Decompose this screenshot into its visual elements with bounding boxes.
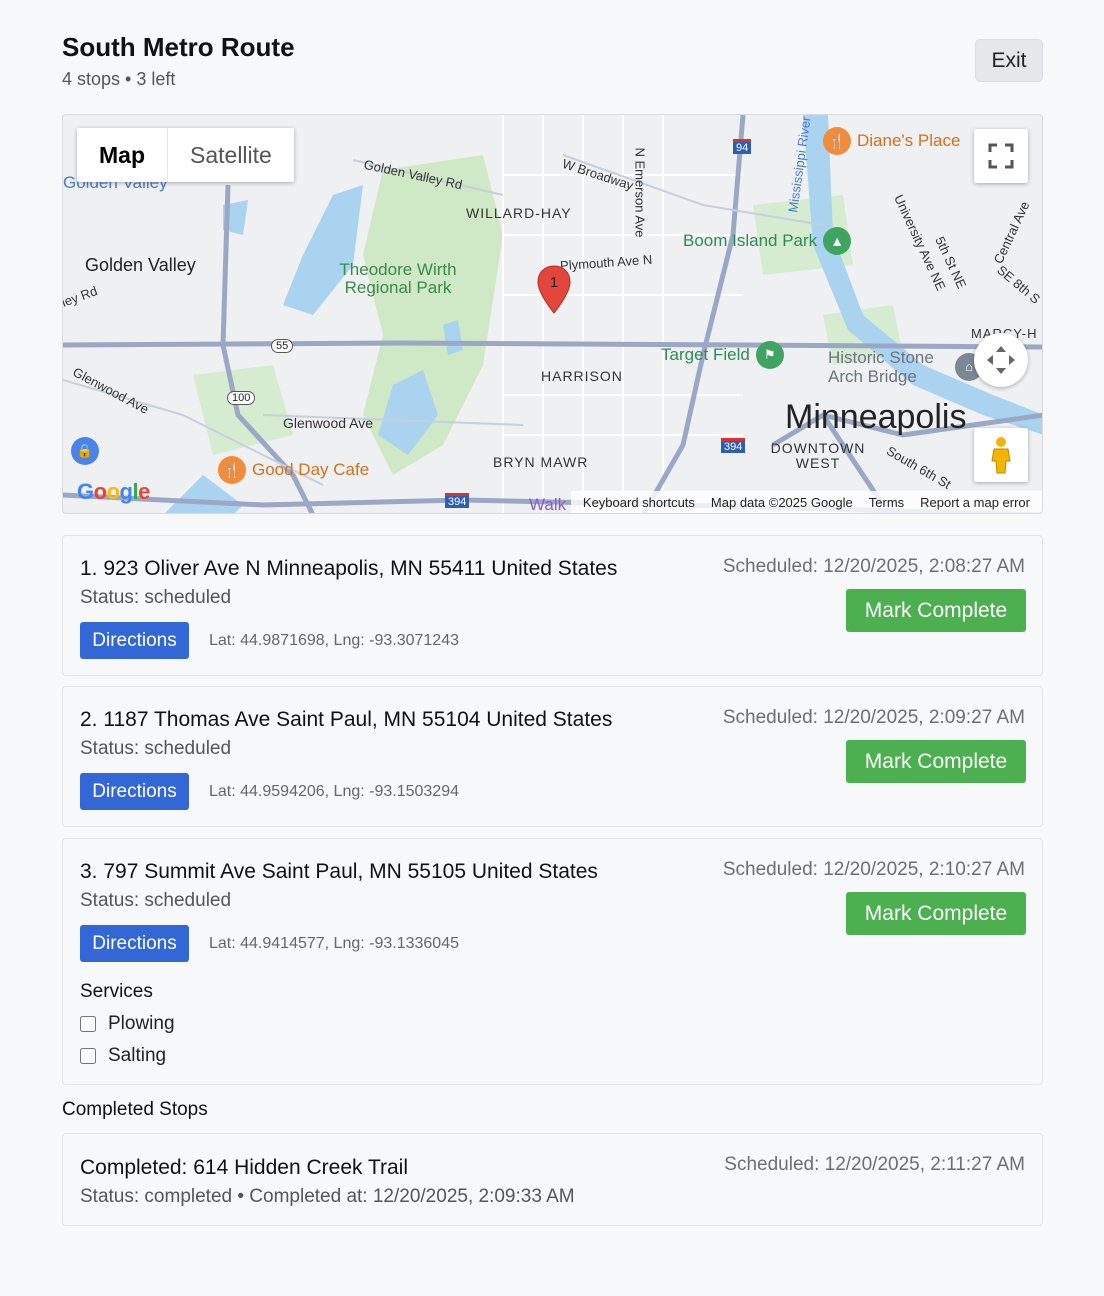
- stop-marker-label: 1: [549, 274, 559, 291]
- stop-status: Status: scheduled: [80, 738, 232, 759]
- target-field-label: Target Field: [661, 345, 750, 364]
- stop-status: Status: scheduled: [80, 587, 232, 608]
- park-icon: ▲: [823, 227, 852, 255]
- services-title: Services: [80, 981, 153, 1002]
- map-attribution: Keyboard shortcuts Map data ©2025 Google…: [570, 491, 1042, 513]
- route-shield-394-bottom: 394: [445, 493, 470, 508]
- service-plowing[interactable]: Plowing: [80, 1013, 175, 1035]
- map-label-theodore-wirth: Theodore Wirth Regional Park: [339, 260, 457, 297]
- map-type-satellite-button[interactable]: Satellite: [168, 128, 294, 182]
- exit-button[interactable]: Exit: [975, 39, 1043, 82]
- completed-stop-scheduled-time: Scheduled: 12/20/2025, 2:11:27 AM: [724, 1154, 1025, 1175]
- map-label-dianes-place: 🍴 Diane's Place: [823, 127, 960, 155]
- service-salting-checkbox[interactable]: [80, 1048, 96, 1064]
- stop-scheduled-time: Scheduled: 12/20/2025, 2:08:27 AM: [722, 556, 1025, 577]
- mark-complete-button[interactable]: Mark Complete: [846, 589, 1026, 632]
- mark-complete-button[interactable]: Mark Complete: [846, 740, 1026, 783]
- google-logo: Google: [77, 479, 150, 504]
- completed-stops-heading: Completed Stops: [62, 1099, 208, 1120]
- stop-coordinates: Lat: 44.9594206, Lng: -93.1503294: [209, 783, 459, 800]
- stop-card-3: 3. 797 Summit Ave Saint Paul, MN 55105 U…: [62, 838, 1043, 1085]
- stop-address: 1. 923 Oliver Ave N Minneapolis, MN 5541…: [80, 557, 618, 580]
- stop-scheduled-time: Scheduled: 12/20/2025, 2:09:27 AM: [722, 707, 1025, 728]
- stop-address: 3. 797 Summit Ave Saint Paul, MN 55105 U…: [80, 860, 598, 883]
- map-label-harrison: HARRISON: [541, 368, 623, 384]
- map-label-downtown-west: DOWNTOWN WEST: [770, 440, 866, 471]
- pegman-icon: [991, 437, 1011, 474]
- map-label-golden-valley: Golden Valley: [85, 255, 196, 275]
- route-shield-55: 55: [271, 339, 294, 353]
- map-type-map-button[interactable]: Map: [77, 128, 168, 182]
- map-label-glenwood-ave: Glenwood Ave: [283, 415, 374, 431]
- stop-coordinates: Lat: 44.9871698, Lng: -93.3071243: [209, 632, 459, 649]
- stop-status: Status: scheduled: [80, 890, 232, 911]
- dianes-place-label: Diane's Place: [857, 131, 961, 150]
- directions-button[interactable]: Directions: [80, 925, 189, 962]
- page-title: South Metro Route: [62, 32, 295, 62]
- keyboard-shortcuts-link[interactable]: Keyboard shortcuts: [583, 495, 695, 510]
- map-label-boom-island: Boom Island Park ▲: [683, 227, 852, 255]
- route-shield-394-center: 394: [721, 438, 746, 453]
- stop-address: 2. 1187 Thomas Ave Saint Paul, MN 55104 …: [80, 708, 613, 731]
- map-label-emerson: N Emerson Ave: [632, 147, 648, 238]
- stop-scheduled-time: Scheduled: 12/20/2025, 2:10:27 AM: [722, 859, 1025, 880]
- service-salting-label: Salting: [108, 1045, 167, 1066]
- route-map[interactable]: Golden Valley Golden Valley Golden Valle…: [62, 114, 1043, 514]
- stops-summary: 4 stops • 3 left: [62, 69, 176, 89]
- terms-link[interactable]: Terms: [869, 495, 904, 510]
- boom-island-label: Boom Island Park: [683, 231, 818, 250]
- service-salting[interactable]: Salting: [80, 1045, 166, 1067]
- completed-stop-status: Status: completed • Completed at: 12/20/…: [80, 1186, 575, 1207]
- completed-stop-card: Completed: 614 Hidden Creek Trail Status…: [62, 1133, 1043, 1226]
- map-label-good-day-cafe: 🍴 Good Day Cafe: [218, 456, 369, 484]
- map-data-text: Map data ©2025 Google: [710, 494, 853, 510]
- stop-coordinates: Lat: 44.9414577, Lng: -93.1336045: [209, 935, 459, 952]
- map-label-target-field: Target Field ⚑: [661, 341, 784, 369]
- route-page: South Metro Route 4 stops • 3 left Exit: [62, 0, 1043, 1226]
- directions-button[interactable]: Directions: [80, 622, 189, 659]
- restaurant-icon: 🍴: [823, 127, 851, 155]
- report-map-error-link[interactable]: Report a map error: [920, 495, 1030, 510]
- stop-marker-1[interactable]: 1: [537, 265, 571, 320]
- historic-bridge-label: Historic Stone Arch Bridge: [828, 348, 934, 386]
- stop-card-2: 2. 1187 Thomas Ave Saint Paul, MN 55104 …: [62, 686, 1043, 827]
- map-label-minneapolis: Minneapolis: [785, 398, 967, 436]
- stop-card-1: 1. 923 Oliver Ave N Minneapolis, MN 5541…: [62, 535, 1043, 676]
- mark-complete-button[interactable]: Mark Complete: [846, 892, 1026, 935]
- map-type-control: Map Satellite: [77, 128, 294, 182]
- service-plowing-label: Plowing: [108, 1013, 175, 1034]
- completed-stop-title: Completed: 614 Hidden Creek Trail: [80, 1156, 409, 1179]
- street-view-pegman-button[interactable]: [974, 428, 1028, 482]
- map-label-willard-hay: WILLARD-HAY: [466, 205, 572, 221]
- route-shield-100: 100: [227, 391, 256, 405]
- move-camera-icon: [987, 346, 1015, 374]
- route-shield-94: 94: [733, 139, 752, 154]
- map-label-walk: Walk: [529, 495, 567, 514]
- good-day-cafe-label: Good Day Cafe: [252, 460, 370, 479]
- map-label-bryn-mawr: BRYN MAWR: [493, 454, 589, 470]
- route-header: South Metro Route 4 stops • 3 left Exit: [62, 0, 1043, 114]
- camera-control-button[interactable]: [974, 333, 1028, 387]
- cafe-icon: 🍴: [218, 456, 246, 484]
- map-label-historic-bridge: Historic Stone Arch Bridge ⌂: [828, 348, 983, 386]
- fullscreen-icon: [988, 143, 1014, 169]
- directions-button[interactable]: Directions: [80, 773, 189, 810]
- stadium-icon: ⚑: [755, 341, 784, 369]
- service-plowing-checkbox[interactable]: [80, 1016, 96, 1032]
- shopping-icon: 🔒: [71, 437, 99, 465]
- fullscreen-button[interactable]: [974, 129, 1028, 183]
